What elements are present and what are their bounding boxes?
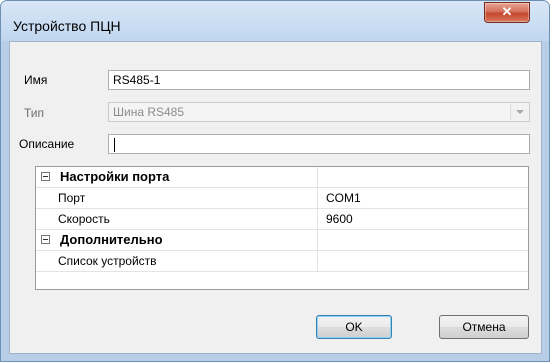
property-row-speed[interactable]: Скорость 9600: [36, 209, 528, 230]
category-cell: Дополнительно: [36, 230, 318, 250]
window-title: Устройство ПЦН: [13, 18, 121, 34]
category-row-port-settings[interactable]: Настройки порта: [36, 167, 528, 188]
property-value[interactable]: COM1: [326, 191, 361, 205]
property-row-port[interactable]: Порт COM1: [36, 188, 528, 209]
property-name: Скорость: [58, 212, 110, 226]
text-cursor: [114, 138, 115, 152]
description-field[interactable]: [108, 134, 530, 154]
chevron-down-icon[interactable]: [510, 104, 528, 120]
close-button[interactable]: ✕: [484, 2, 530, 23]
property-name: Список устройств: [58, 254, 157, 268]
property-name-cell: Скорость: [36, 209, 318, 229]
dialog-window: Устройство ПЦН ✕ Имя RS485-1 Тип Шина RS…: [0, 0, 550, 362]
type-label: Тип: [24, 106, 45, 120]
title-bar[interactable]: Устройство ПЦН ✕: [1, 1, 549, 41]
ok-button[interactable]: OK: [316, 315, 392, 339]
name-label: Имя: [24, 73, 48, 87]
collapse-icon[interactable]: [41, 235, 50, 244]
type-combobox-value: Шина RS485: [113, 105, 185, 119]
category-row-additional[interactable]: Дополнительно: [36, 230, 528, 251]
property-name-cell: Список устройств: [36, 251, 318, 271]
cancel-button[interactable]: Отмена: [439, 315, 529, 339]
category-label: Настройки порта: [60, 169, 170, 184]
type-combobox[interactable]: Шина RS485: [108, 102, 530, 122]
dialog-body: Имя RS485-1 Тип Шина RS485 Описание Наст…: [9, 41, 542, 354]
name-field[interactable]: RS485-1: [108, 70, 530, 90]
property-name: Порт: [58, 191, 86, 205]
description-label: Описание: [19, 137, 75, 151]
category-cell: Настройки порта: [36, 167, 318, 187]
property-grid[interactable]: Настройки порта Порт COM1 Скорость 9600 …: [35, 166, 529, 290]
property-name-cell: Порт: [36, 188, 318, 208]
property-row-device-list[interactable]: Список устройств: [36, 251, 528, 272]
property-value[interactable]: 9600: [326, 212, 353, 226]
collapse-icon[interactable]: [41, 172, 50, 181]
close-icon: ✕: [501, 4, 513, 19]
category-label: Дополнительно: [60, 232, 163, 247]
